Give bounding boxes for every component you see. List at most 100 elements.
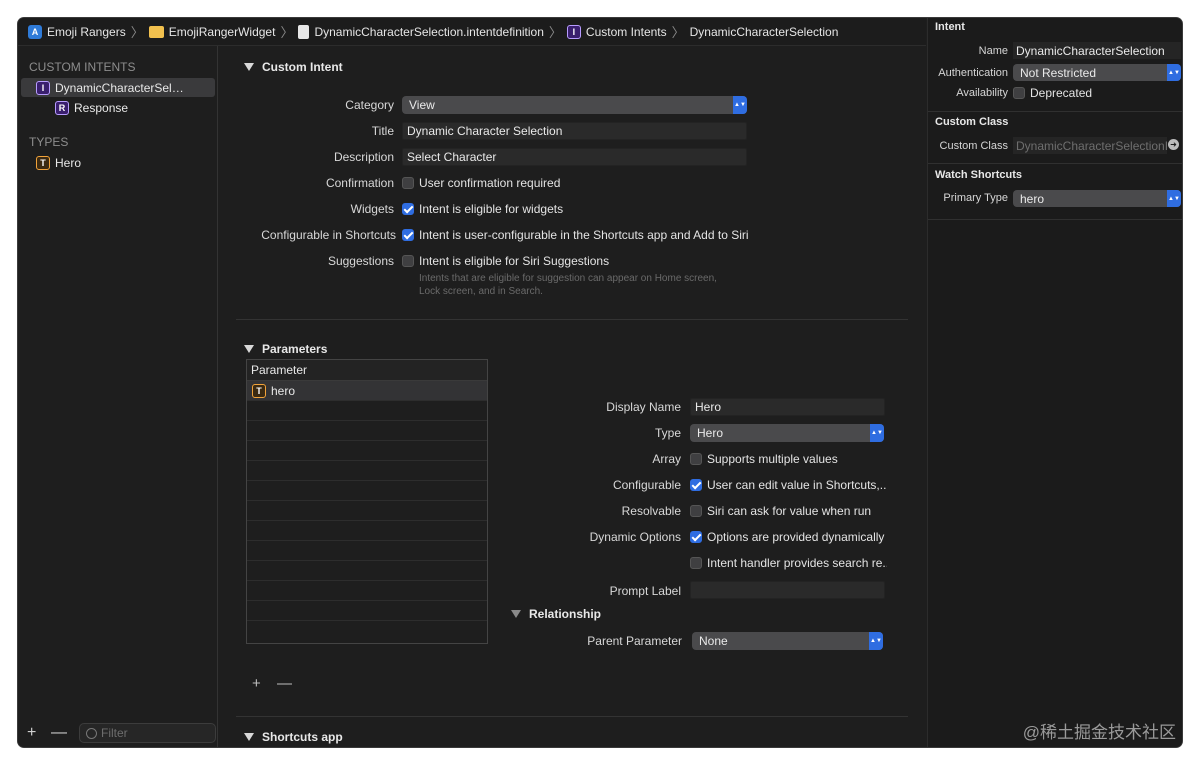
sidebar-item-dynamic-character-selection[interactable]: I DynamicCharacterSele... — [21, 78, 215, 97]
remove-parameter-button[interactable]: — — [277, 675, 292, 692]
authentication-label: Authentication — [938, 67, 1008, 79]
filter-placeholder: Filter — [101, 726, 128, 740]
document-icon — [298, 24, 310, 39]
type-icon: T — [252, 383, 266, 398]
stepper-arrows-icon: ▲▼ — [1167, 64, 1181, 81]
prompt-label-label: Prompt Label — [609, 584, 681, 598]
suggestions-text: Intent is eligible for Siri Suggestions — [419, 254, 610, 268]
deprecated-checkbox[interactable] — [1013, 87, 1025, 99]
inspector-divider — [928, 219, 1182, 220]
breadcrumb-item-file[interactable]: DynamicCharacterSelection.intentdefiniti… — [298, 22, 566, 41]
breadcrumb: A Emoji Rangers 〉 EmojiRangerWidget 〉 Dy… — [18, 18, 926, 46]
description-label: Description — [333, 150, 394, 164]
chevron-right-icon: 〉 — [130, 25, 144, 40]
sidebar-footer: + — Filter — [18, 719, 217, 747]
primary-type-popup[interactable]: hero ▲▼ — [1013, 190, 1181, 207]
primary-type-label: Primary Type — [943, 192, 1008, 204]
configurable-label: Configurable in Shortcuts — [261, 228, 396, 242]
parent-parameter-popup[interactable]: None ▲▼ — [692, 632, 883, 650]
suggestions-checkbox[interactable] — [402, 255, 414, 267]
relationship-header[interactable]: Relationship — [511, 607, 601, 621]
shortcuts-app-section-header[interactable]: Shortcuts app — [244, 730, 343, 744]
sidebar-item-label: DynamicCharacterSele... — [55, 80, 185, 95]
display-name-label: Display Name — [606, 400, 681, 414]
app-icon: A — [28, 24, 42, 39]
array-checkbox[interactable] — [690, 453, 702, 465]
suggestions-hint-1: Intents that are eligible for suggestion… — [419, 273, 717, 284]
confirmation-label: Confirmation — [325, 176, 394, 190]
description-field[interactable]: Select Character — [402, 148, 747, 166]
table-row-empty — [247, 601, 487, 621]
disclosure-triangle-icon — [244, 733, 254, 741]
dynamic-options-label: Dynamic Options — [589, 530, 681, 544]
chevron-right-icon: 〉 — [280, 25, 294, 40]
dynamic-options-text: Options are provided dynamically — [707, 530, 885, 544]
table-row-empty — [247, 421, 487, 441]
name-label: Name — [978, 45, 1008, 57]
remove-button[interactable]: — — [51, 724, 75, 742]
filter-icon — [86, 727, 97, 739]
dynamic-options-checkbox[interactable] — [690, 531, 702, 543]
widgets-checkbox[interactable] — [402, 203, 414, 215]
type-icon: T — [36, 155, 50, 170]
add-parameter-button[interactable]: + — [252, 675, 261, 692]
table-row[interactable]: T hero — [247, 381, 487, 401]
custom-intent-section-header[interactable]: Custom Intent — [244, 60, 343, 74]
authentication-popup[interactable]: Not Restricted ▲▼ — [1013, 64, 1181, 81]
resolvable-checkbox[interactable] — [690, 505, 702, 517]
breadcrumb-item-group[interactable]: I Custom Intents 〉 — [566, 22, 690, 41]
navigator-sidebar: CUSTOM INTENTS I DynamicCharacterSele...… — [18, 46, 218, 747]
type-label: Type — [654, 426, 681, 440]
breadcrumb-item-project[interactable]: A Emoji Rangers 〉 — [28, 22, 149, 41]
table-row-empty — [247, 561, 487, 581]
name-field[interactable]: DynamicCharacterSelection — [1013, 42, 1181, 59]
parameter-name: hero — [271, 383, 296, 398]
prompt-label-field[interactable] — [690, 581, 885, 599]
configurable-param-checkbox[interactable] — [690, 479, 702, 491]
category-popup[interactable]: View ▲▼ — [402, 96, 747, 114]
table-row-empty — [247, 401, 487, 421]
watermark: @稀土掘金技术社区 — [1022, 723, 1176, 742]
configurable-checkbox[interactable] — [402, 229, 414, 241]
chevron-right-icon: 〉 — [671, 25, 685, 40]
deprecated-text: Deprecated — [1030, 86, 1093, 100]
custom-class-field[interactable]: DynamicCharacterSelectionI — [1013, 137, 1167, 154]
custom-intents-header: CUSTOM INTENTS — [29, 60, 136, 74]
response-icon: R — [55, 100, 69, 115]
xcode-window: A Emoji Rangers 〉 EmojiRangerWidget 〉 Dy… — [18, 18, 1182, 747]
type-popup[interactable]: Hero ▲▼ — [690, 424, 884, 442]
table-row-empty — [247, 441, 487, 461]
table-row-empty — [247, 481, 487, 501]
intent-header: Intent — [935, 21, 965, 33]
table-row-empty — [247, 461, 487, 481]
availability-label: Availability — [956, 87, 1008, 99]
custom-class-header: Custom Class — [935, 116, 1009, 128]
title-label: Title — [371, 124, 394, 138]
title-field[interactable]: Dynamic Character Selection — [402, 122, 747, 140]
table-row-empty — [247, 521, 487, 541]
watch-shortcuts-header: Watch Shortcuts — [935, 169, 1022, 181]
stepper-arrows-icon: ▲▼ — [869, 632, 883, 650]
resolvable-text: Siri can ask for value when run — [707, 504, 872, 518]
parent-parameter-label: Parent Parameter — [587, 634, 682, 648]
section-divider — [236, 319, 908, 320]
display-name-field[interactable]: Hero — [690, 398, 885, 416]
search-checkbox[interactable] — [690, 557, 702, 569]
resolvable-label: Resolvable — [621, 504, 681, 518]
add-button[interactable]: + — [27, 724, 51, 742]
array-text: Supports multiple values — [707, 452, 838, 466]
intent-icon: I — [36, 80, 50, 95]
parameter-table: Parameter T hero — [246, 359, 488, 644]
configurable-param-label: Configurable — [612, 478, 681, 492]
breadcrumb-item-intent[interactable]: DynamicCharacterSelection — [690, 25, 839, 39]
sidebar-item-response[interactable]: R Response — [21, 98, 215, 117]
intent-editor: Custom Intent Category View ▲▼ Title Dyn… — [219, 46, 926, 747]
parameters-section-header[interactable]: Parameters — [244, 342, 327, 356]
sidebar-item-hero[interactable]: T Hero — [21, 153, 215, 172]
go-arrow-icon[interactable]: ➜ — [1168, 139, 1179, 150]
breadcrumb-item-folder[interactable]: EmojiRangerWidget 〉 — [148, 22, 299, 41]
array-label: Array — [652, 452, 681, 466]
filter-field[interactable]: Filter — [79, 723, 216, 743]
disclosure-triangle-icon — [244, 345, 254, 353]
confirmation-checkbox[interactable] — [402, 177, 414, 189]
